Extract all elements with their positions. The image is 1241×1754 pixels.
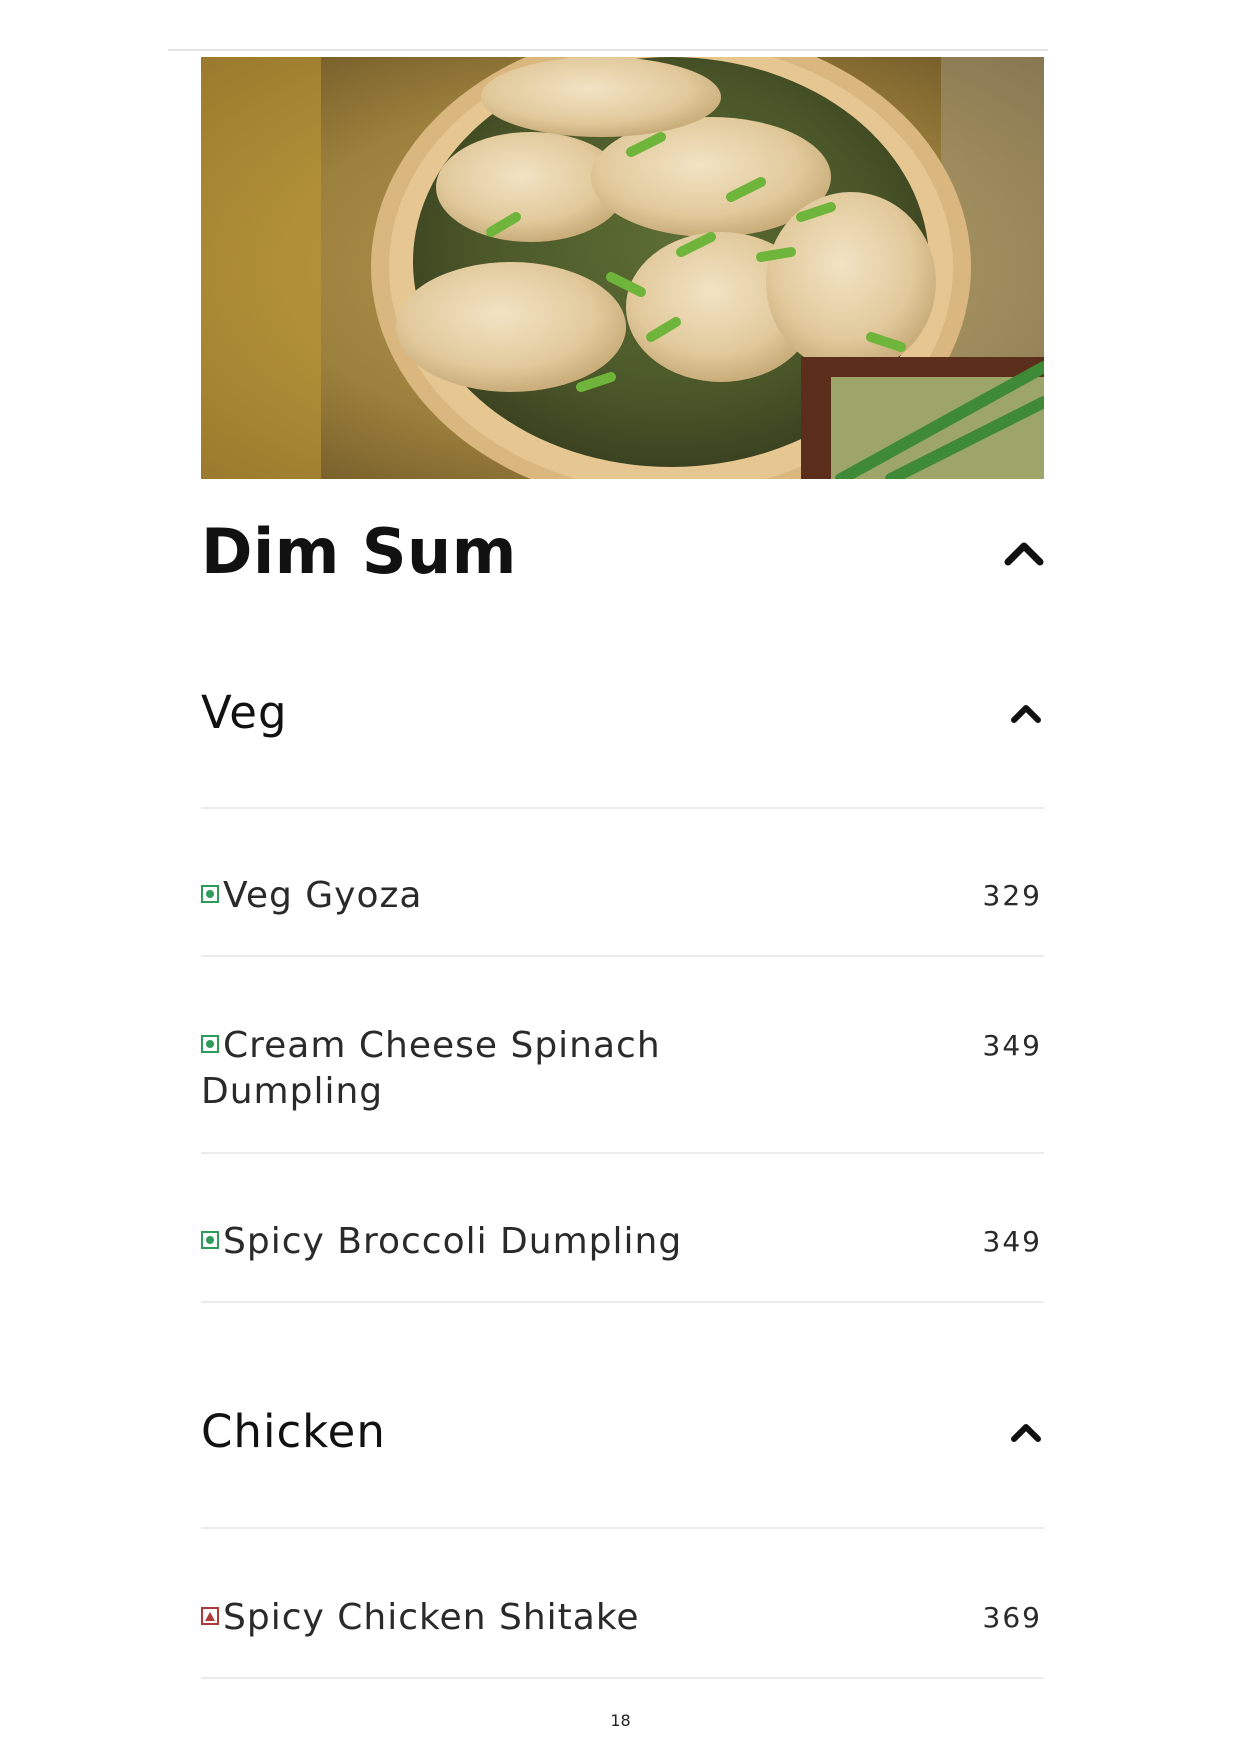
divider (201, 1301, 1044, 1303)
menu-item-price: 349 (982, 1225, 1042, 1258)
divider (201, 807, 1044, 809)
chevron-up-icon[interactable] (1004, 538, 1044, 566)
section-title-veg: Veg (201, 686, 288, 739)
chevron-up-icon[interactable] (1010, 702, 1042, 724)
divider (201, 1152, 1044, 1154)
category-title: Dim Sum (201, 515, 517, 588)
menu-item-price: 349 (982, 1029, 1042, 1062)
divider (201, 1527, 1044, 1529)
menu-item[interactable]: Cream Cheese Spinach Dumpling 349 (201, 1023, 1044, 1115)
divider (201, 1677, 1044, 1679)
menu-item[interactable]: Spicy Chicken Shitake 369 (201, 1595, 1044, 1641)
veg-icon (201, 1035, 219, 1053)
menu-item-price: 369 (982, 1601, 1042, 1634)
category-image (201, 57, 1044, 479)
menu-item[interactable]: Veg Gyoza 329 (201, 873, 1044, 919)
menu-item-price: 329 (982, 879, 1042, 912)
dumplings-photo (201, 57, 1044, 479)
menu-item-name: Spicy Chicken Shitake (223, 1597, 640, 1638)
page-number: 18 (610, 1711, 631, 1730)
veg-icon (201, 1231, 219, 1249)
menu-item-name: Veg Gyoza (223, 875, 423, 916)
chevron-up-icon[interactable] (1010, 1421, 1042, 1443)
section-title-chicken: Chicken (201, 1405, 386, 1458)
menu-item[interactable]: Spicy Broccoli Dumpling 349 (201, 1219, 1044, 1265)
divider (201, 955, 1044, 957)
menu-item-name: Cream Cheese Spinach Dumpling (201, 1025, 661, 1112)
top-divider (168, 49, 1048, 51)
section-header-chicken[interactable]: Chicken (201, 1405, 1044, 1458)
veg-icon (201, 885, 219, 903)
section-header-veg[interactable]: Veg (201, 686, 1044, 739)
non-veg-icon (201, 1607, 219, 1625)
category-header[interactable]: Dim Sum (201, 515, 1044, 588)
menu-item-name: Spicy Broccoli Dumpling (223, 1221, 683, 1262)
